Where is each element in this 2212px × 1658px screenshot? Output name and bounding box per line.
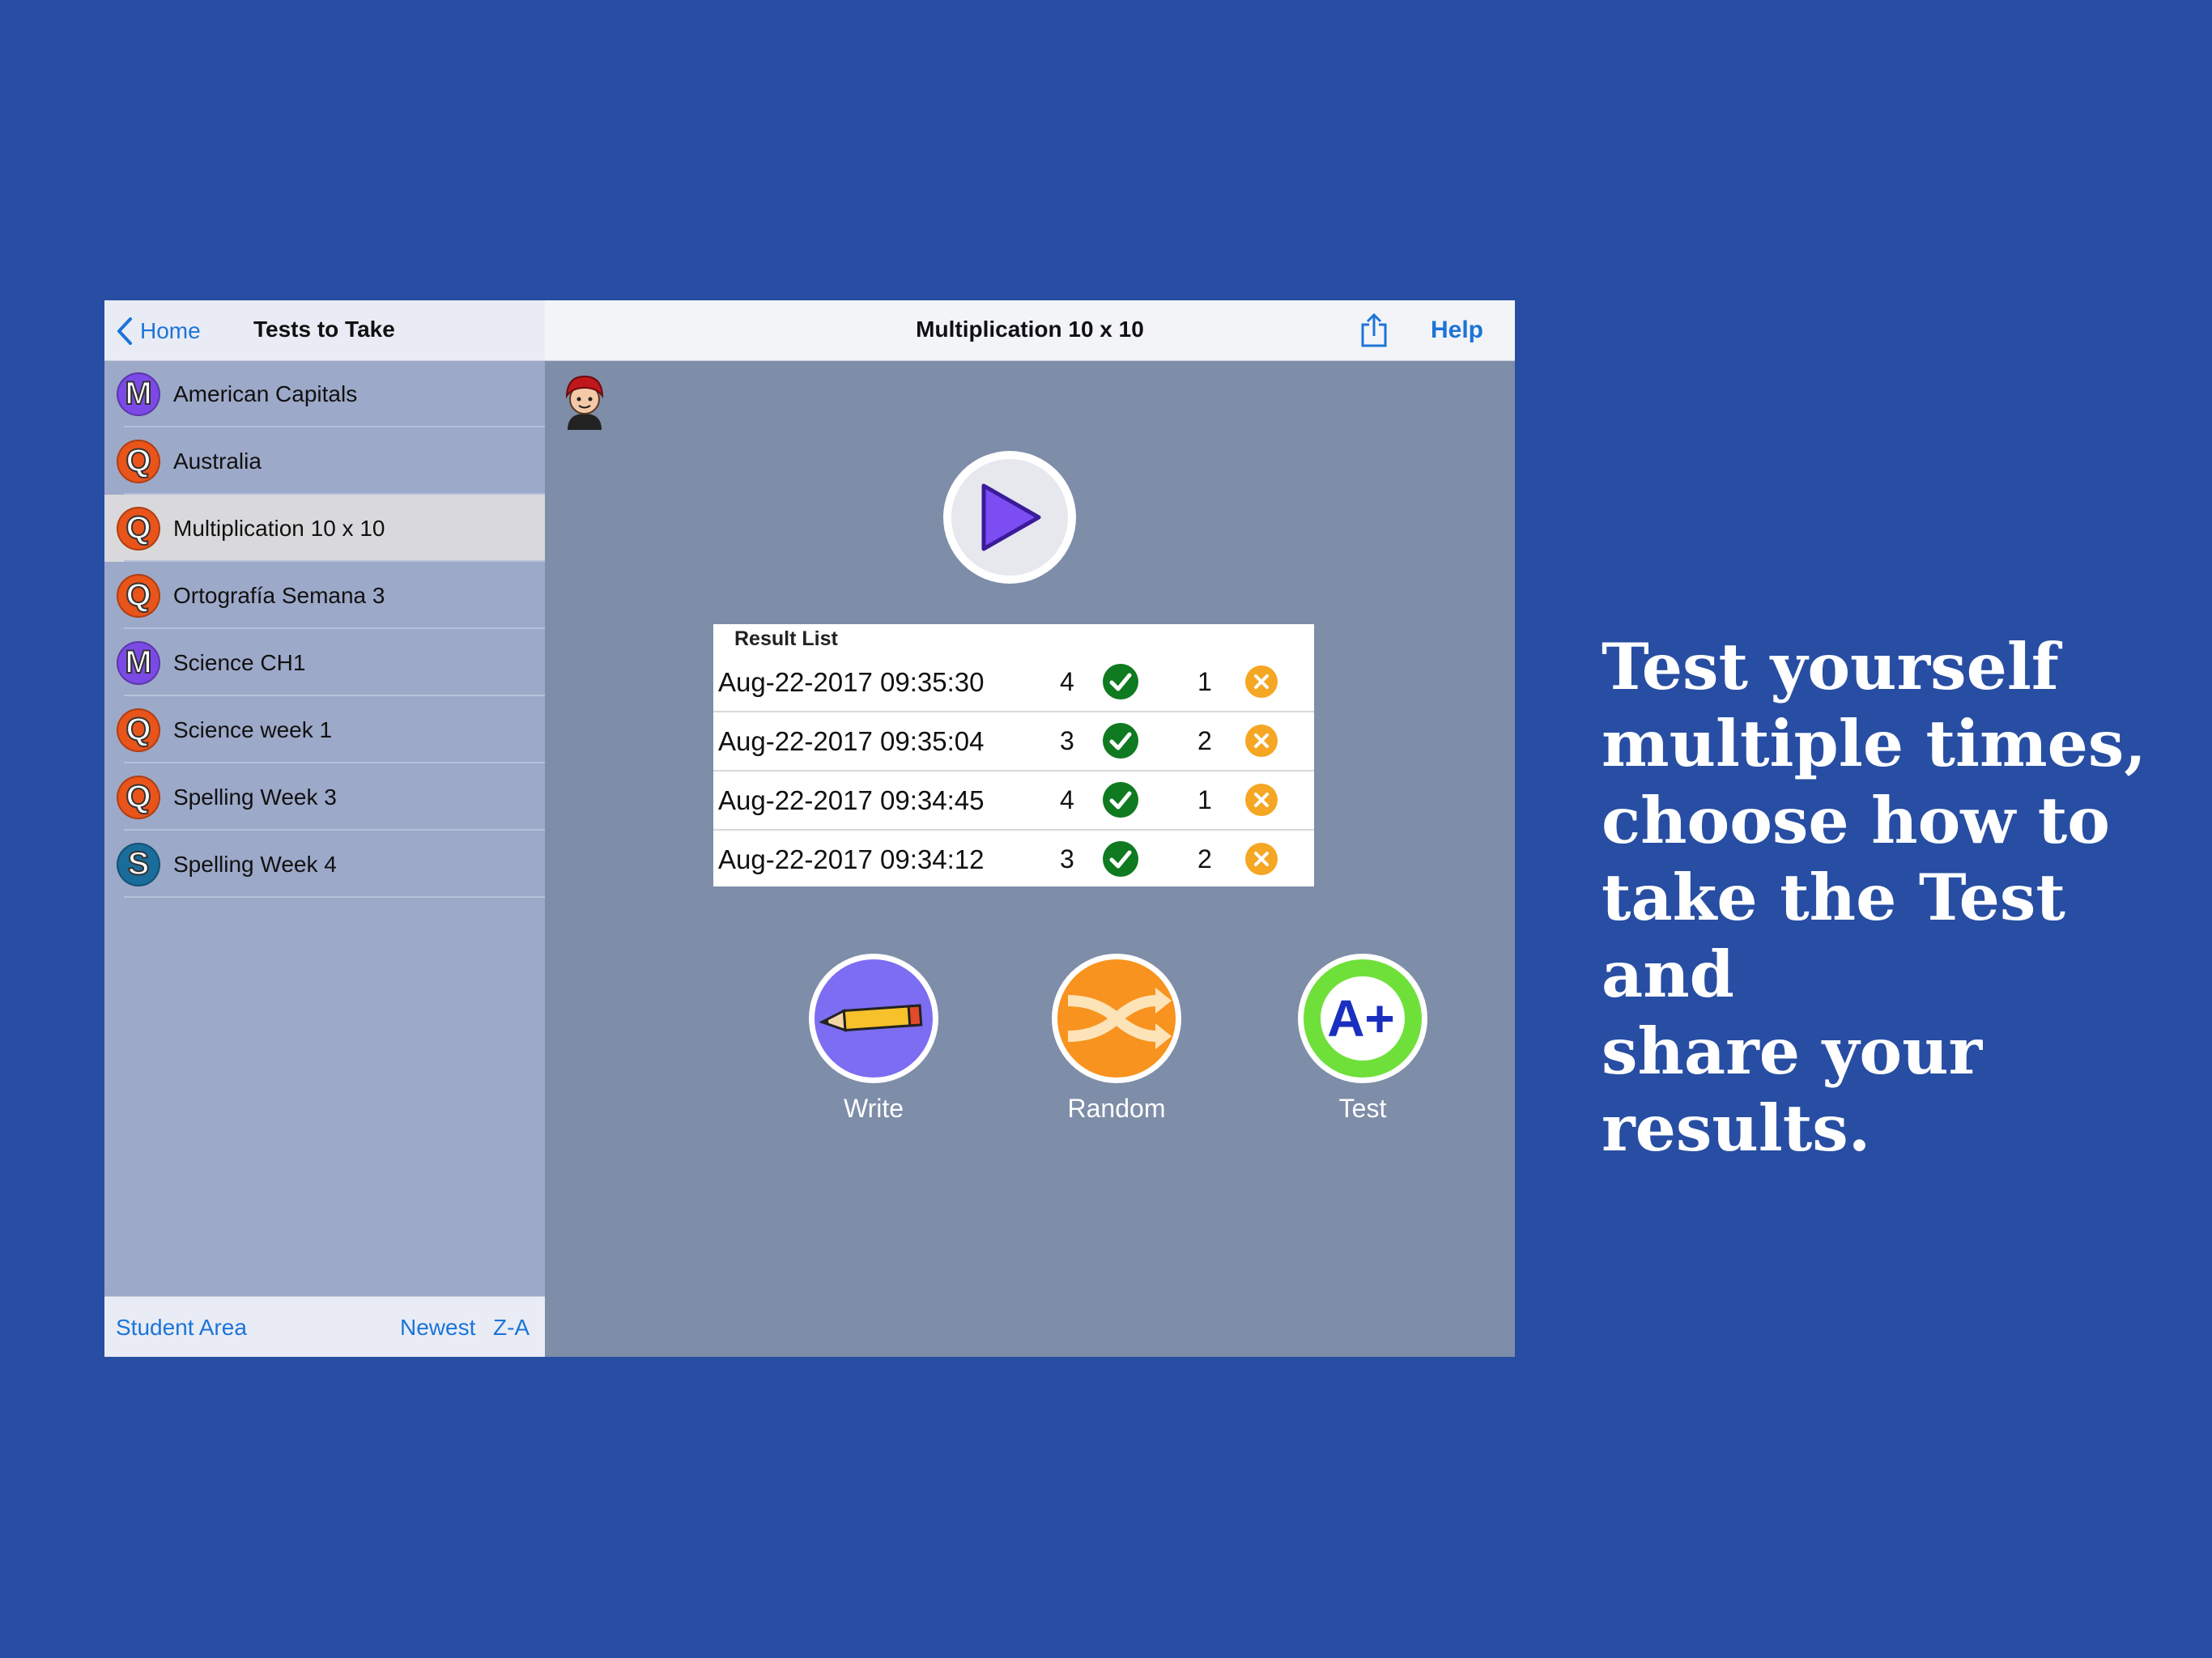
list-item-label: Spelling Week 4	[173, 851, 337, 877]
list-item[interactable]: M American Capitals	[104, 360, 545, 427]
badge-q: Q	[117, 708, 160, 752]
result-date: Aug-22-2017 09:34:45	[718, 784, 985, 815]
home-label: Home	[140, 318, 201, 343]
share-icon	[1361, 312, 1387, 347]
home-back-button[interactable]: Home	[116, 315, 201, 347]
badge-m: M	[117, 372, 160, 416]
result-date: Aug-22-2017 09:35:30	[718, 666, 985, 697]
main-panel: Multiplication 10 x 10 Help Result List …	[545, 300, 1515, 1357]
student-avatar[interactable]	[561, 372, 608, 434]
result-list: Result List Aug-22-2017 09:35:30 4 1 Aug…	[713, 624, 1314, 886]
list-item[interactable]: Q Ortografía Semana 3	[104, 562, 545, 629]
list-item-label: Science CH1	[173, 649, 306, 675]
chevron-left-icon	[117, 317, 132, 345]
play-icon	[981, 483, 1041, 551]
test-mode-label: Test	[1338, 1094, 1387, 1123]
result-date: Aug-22-2017 09:34:12	[718, 844, 985, 874]
test-mode-button[interactable]: A+	[1296, 952, 1429, 1085]
sort-newest-button[interactable]: Newest	[400, 1315, 475, 1341]
sidebar-header: Home Tests to Take	[104, 300, 545, 361]
correct-count: 4	[1060, 667, 1074, 696]
check-circle-icon	[1103, 723, 1138, 759]
check-circle-icon	[1103, 841, 1138, 877]
badge-q: Q	[117, 573, 160, 618]
random-mode-label: Random	[1067, 1094, 1166, 1123]
wrong-count: 1	[1197, 667, 1212, 696]
tagline-line: share your results.	[1602, 1014, 1983, 1166]
shuffle-icon	[1052, 954, 1181, 1083]
list-item-label: Australia	[173, 448, 262, 474]
marketing-tagline: Test yourself multiple times, choose how…	[1602, 628, 2184, 1167]
tagline-line: Test yourself	[1602, 629, 2059, 704]
list-item-label: Multiplication 10 x 10	[173, 515, 385, 541]
correct-count: 4	[1060, 785, 1074, 814]
list-item[interactable]: M Science CH1	[104, 629, 545, 696]
list-item-label: Ortografía Semana 3	[173, 582, 385, 608]
x-circle-icon	[1245, 843, 1278, 875]
share-button[interactable]	[1358, 312, 1390, 353]
correct-count: 3	[1060, 726, 1074, 755]
check-circle-icon	[1103, 782, 1138, 818]
list-item-label: Spelling Week 3	[173, 784, 337, 810]
tagline-line: take the Test and	[1602, 860, 2065, 1012]
ipad-screen: Home Tests to Take M American Capitals Q…	[104, 300, 1515, 1357]
list-item-label: American Capitals	[173, 380, 358, 406]
result-row[interactable]: Aug-22-2017 09:35:30 4 1	[713, 653, 1314, 711]
list-item-selected[interactable]: Q Multiplication 10 x 10	[104, 495, 545, 562]
sidebar: Home Tests to Take M American Capitals Q…	[104, 300, 545, 1357]
sidebar-footer: Student Area Newest Z-A	[104, 1296, 545, 1357]
svg-text:A+: A+	[1327, 989, 1395, 1048]
badge-s: S	[117, 842, 160, 886]
test-list: M American Capitals Q Australia Q Multip…	[104, 360, 545, 898]
tagline-line: multiple times,	[1602, 706, 2146, 781]
wrong-count: 2	[1197, 726, 1212, 755]
list-item[interactable]: Q Science week 1	[104, 696, 545, 763]
x-circle-icon	[1245, 725, 1278, 757]
wrong-count: 1	[1197, 785, 1212, 814]
grade-a-plus-icon: A+	[1298, 954, 1427, 1083]
x-circle-icon	[1245, 665, 1278, 698]
list-item[interactable]: Q Australia	[104, 427, 545, 495]
sidebar-title: Tests to Take	[253, 317, 395, 342]
result-row[interactable]: Aug-22-2017 09:34:12 3 2	[713, 829, 1314, 888]
badge-q: Q	[117, 775, 160, 819]
write-mode-label: Write	[843, 1094, 904, 1123]
wrong-count: 2	[1197, 844, 1212, 874]
badge-m: M	[117, 640, 160, 685]
random-mode-button[interactable]	[1050, 952, 1183, 1085]
sort-za-button[interactable]: Z-A	[493, 1315, 530, 1341]
result-row[interactable]: Aug-22-2017 09:35:04 3 2	[713, 711, 1314, 770]
list-item[interactable]: S Spelling Week 4	[104, 831, 545, 898]
result-list-title: Result List	[734, 627, 838, 650]
student-avatar-icon	[565, 375, 604, 430]
x-circle-icon	[1245, 784, 1278, 816]
play-button[interactable]	[943, 451, 1076, 584]
student-area-link[interactable]: Student Area	[116, 1315, 247, 1341]
list-item-label: Science week 1	[173, 716, 333, 742]
tagline-line: choose how to	[1602, 783, 2110, 858]
badge-q: Q	[117, 439, 160, 483]
result-row[interactable]: Aug-22-2017 09:34:45 4 1	[713, 770, 1314, 829]
list-item[interactable]: Q Spelling Week 3	[104, 763, 545, 831]
badge-q: Q	[117, 506, 160, 551]
write-mode-button[interactable]	[807, 952, 940, 1085]
pencil-icon	[809, 954, 938, 1083]
result-date: Aug-22-2017 09:35:04	[718, 725, 985, 756]
main-header: Multiplication 10 x 10 Help	[545, 300, 1515, 361]
check-circle-icon	[1103, 664, 1138, 699]
correct-count: 3	[1060, 844, 1074, 874]
help-button[interactable]: Help	[1431, 317, 1483, 344]
